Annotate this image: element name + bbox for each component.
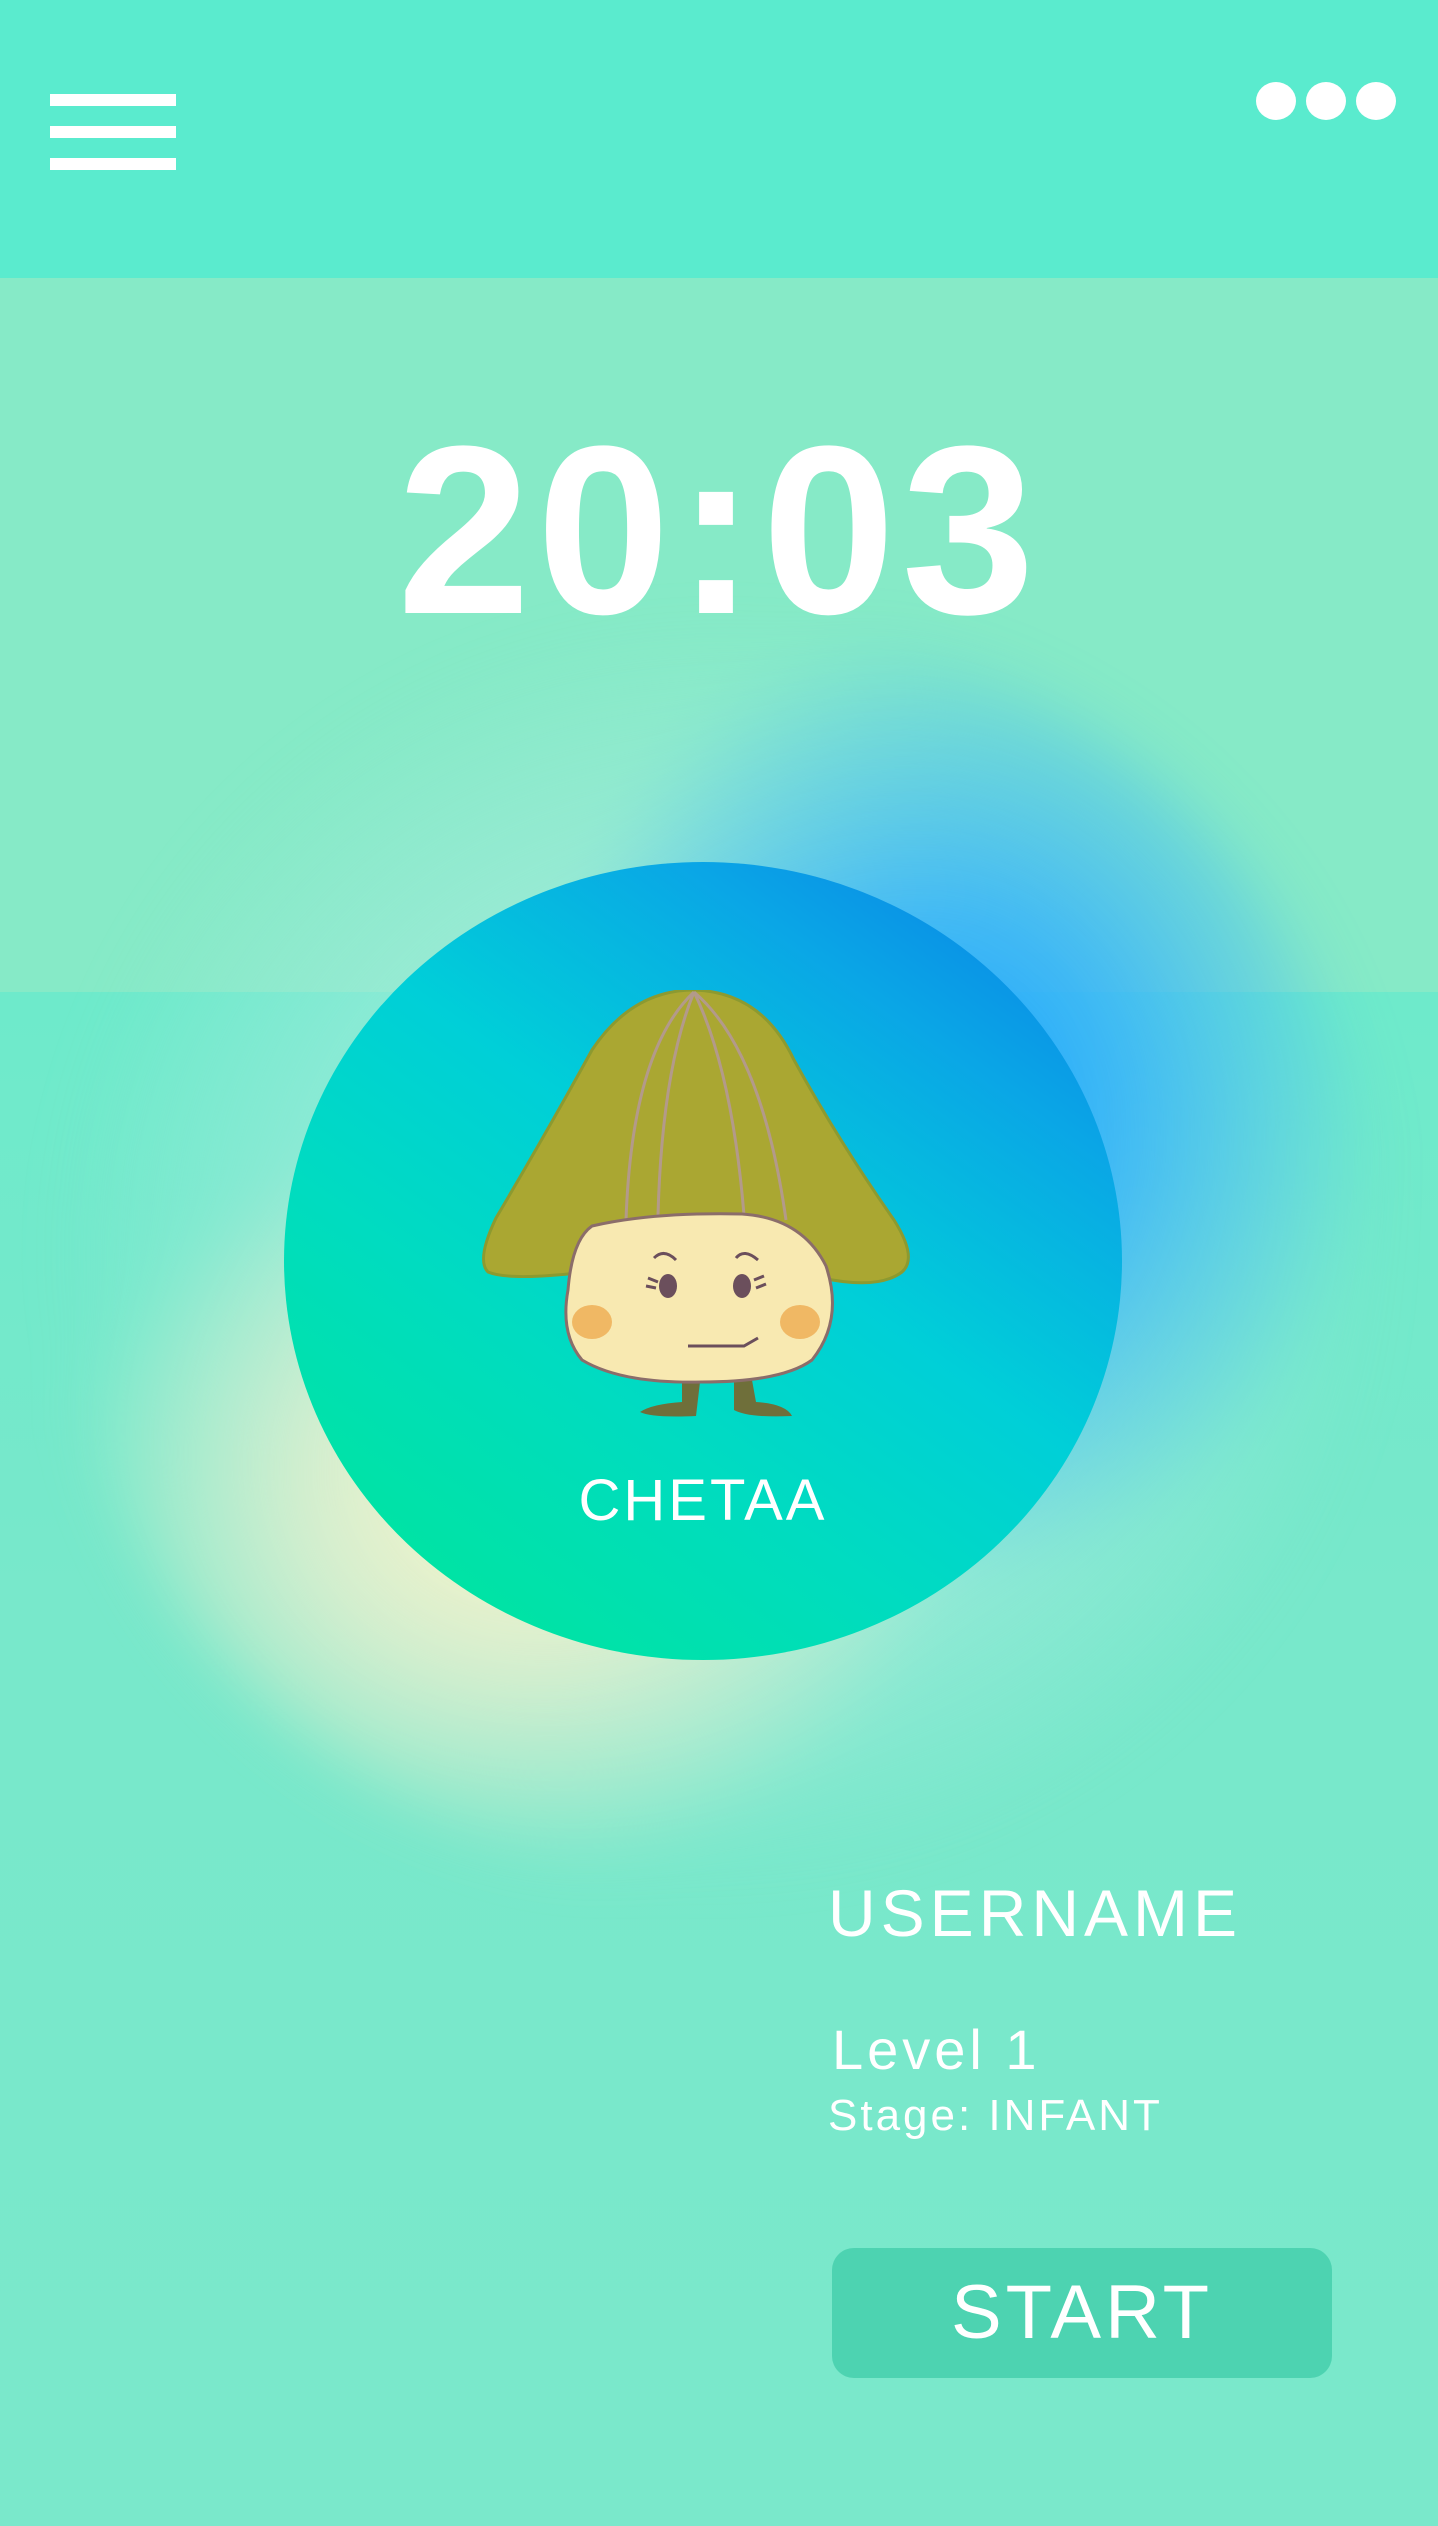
more-dots-icon[interactable]: [1256, 82, 1396, 122]
level-label: Level 1: [832, 2018, 1041, 2081]
hamburger-menu-icon[interactable]: [50, 94, 176, 170]
stage-label: Stage: INFANT: [828, 2091, 1163, 2140]
pet-character-illustration: [482, 990, 910, 1417]
start-button[interactable]: START: [832, 2248, 1332, 2378]
pet-legs: [640, 1380, 792, 1417]
pet-name-label: CHETAA: [578, 1468, 828, 1533]
app-header: [0, 0, 1438, 278]
pet-face: [564, 1212, 834, 1384]
clock-display: 20:03: [397, 396, 1041, 664]
pet-avatar-circle[interactable]: CHETAA: [284, 862, 1122, 1660]
username-label: USERNAME: [828, 1876, 1243, 1950]
